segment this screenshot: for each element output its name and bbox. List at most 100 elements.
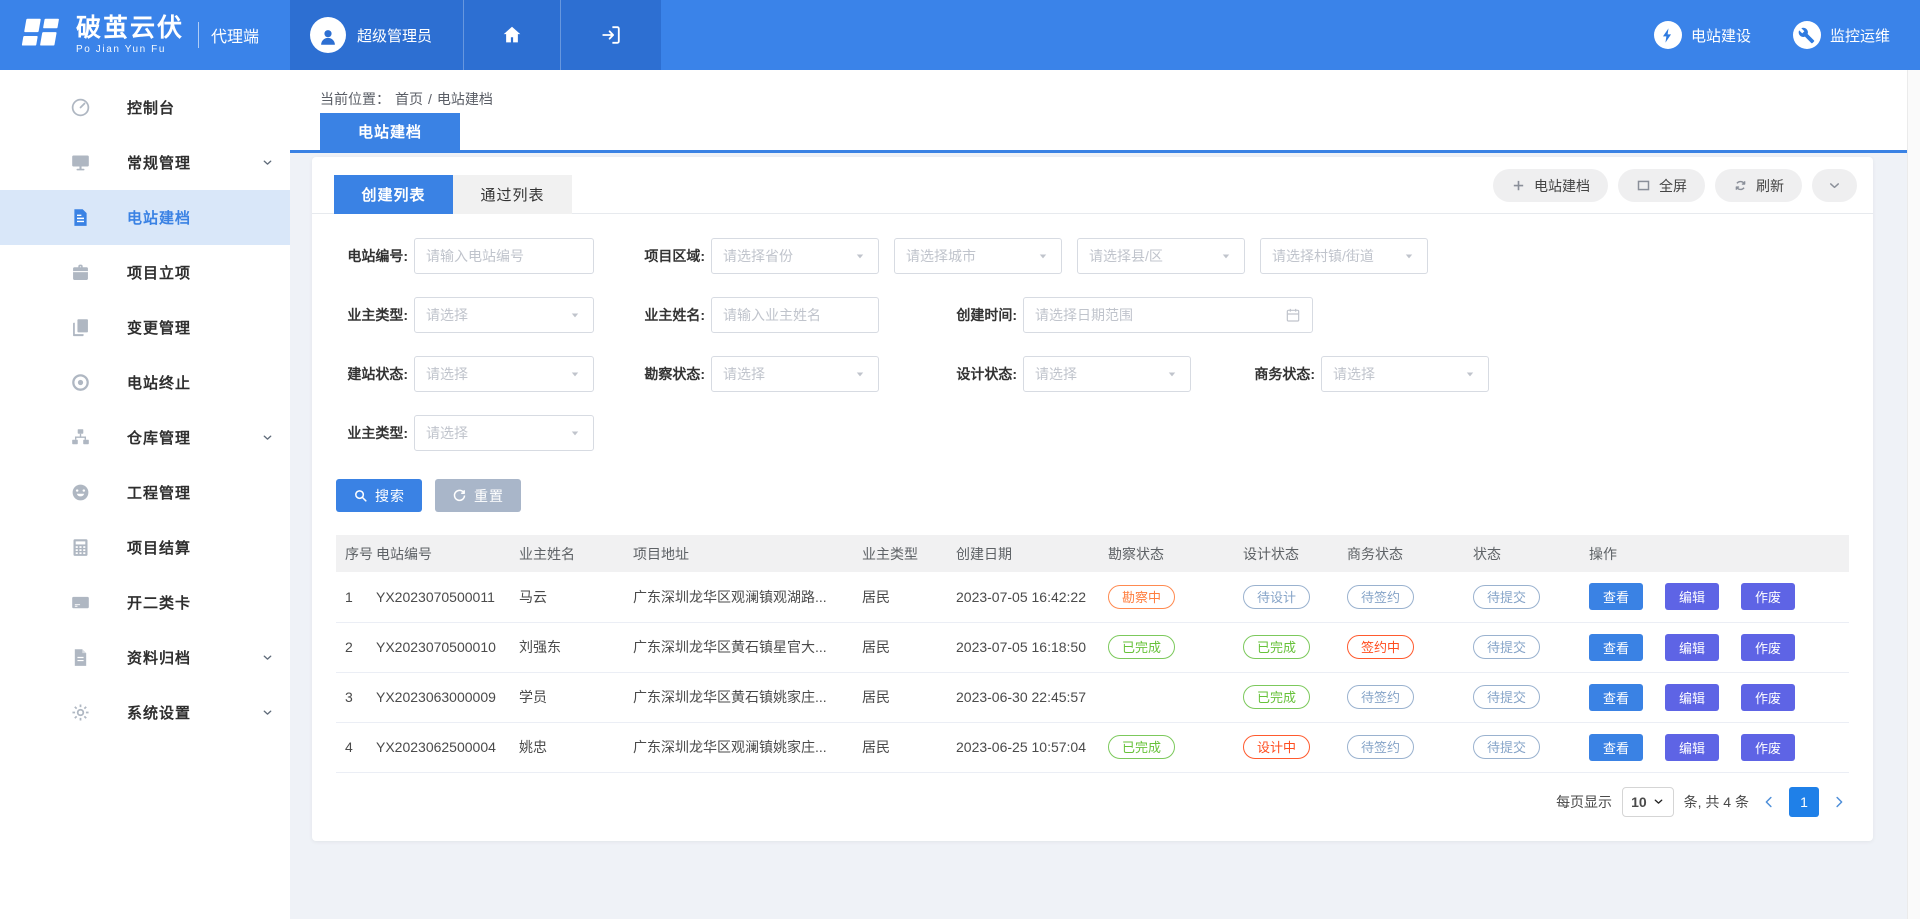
actions-cell: 查看编辑作废 (1589, 722, 1849, 772)
station-table: 序号电站编号业主姓名项目地址业主类型创建日期勘察状态设计状态商务状态状态操作 1… (336, 535, 1849, 773)
calculator-icon (70, 537, 91, 558)
filter-field-owner-type2: 业主类型: 请选择 (336, 415, 594, 451)
create-station-button[interactable]: 电站建档 (1493, 169, 1608, 202)
district-select[interactable]: 请选择县/区 (1077, 238, 1245, 274)
edit-button[interactable]: 编辑 (1665, 734, 1719, 761)
sidebar-item-system-settings[interactable]: 系统设置 (0, 685, 290, 740)
next-page-button[interactable] (1829, 792, 1849, 812)
city-select[interactable]: 请选择城市 (894, 238, 1062, 274)
toolbar-button-label: 全屏 (1659, 176, 1687, 196)
pagination: 每页显示 10 条, 共 4 条 1 (336, 787, 1849, 839)
business-status-badge: 待签约 (1347, 685, 1414, 709)
search-button[interactable]: 搜索 (336, 479, 422, 512)
scrollbar[interactable] (1907, 70, 1920, 919)
void-button[interactable]: 作废 (1741, 684, 1795, 711)
more-button[interactable] (1812, 169, 1857, 202)
station-construction-link[interactable]: 电站建设 (1654, 21, 1751, 49)
view-button[interactable]: 查看 (1589, 583, 1643, 610)
monitoring-ops-link[interactable]: 监控运维 (1793, 21, 1890, 49)
filter-field-created-time: 创建时间:请选择日期范围 (945, 297, 1313, 333)
view-button[interactable]: 查看 (1589, 734, 1643, 761)
edit-button[interactable]: 编辑 (1665, 583, 1719, 610)
logout-button[interactable] (560, 0, 661, 70)
void-button[interactable]: 作废 (1741, 583, 1795, 610)
edit-button[interactable]: 编辑 (1665, 684, 1719, 711)
cell-created-date: 2023-07-05 16:42:22 (956, 572, 1108, 622)
select-placeholder: 请选择 (426, 305, 468, 325)
void-button[interactable]: 作废 (1741, 734, 1795, 761)
created-time-date-input[interactable]: 请选择日期范围 (1023, 297, 1313, 333)
sidebar-item-data-archive[interactable]: 资料归档 (0, 630, 290, 685)
survey-status-badge: 已完成 (1108, 635, 1175, 659)
business-status-select[interactable]: 请选择 (1321, 356, 1489, 392)
copy-icon (70, 317, 91, 338)
owner-type-select[interactable]: 请选择 (414, 297, 594, 333)
filter-label: 业主类型: (336, 423, 408, 443)
submit-status-badge: 待提交 (1473, 585, 1540, 609)
portal-label: 代理端 (211, 23, 259, 47)
design-status-select[interactable]: 请选择 (1023, 356, 1191, 392)
survey-status-cell: 勘察中 (1108, 572, 1243, 622)
per-page-label: 每页显示 (1556, 792, 1612, 812)
cell-owner-name: 刘强东 (519, 622, 633, 672)
sidebar-item-change-mgmt[interactable]: 变更管理 (0, 300, 290, 355)
sidebar-item-project-settlement[interactable]: 项目结算 (0, 520, 290, 575)
select-placeholder: 请选择省份 (723, 246, 793, 266)
prev-page-button[interactable] (1759, 792, 1779, 812)
sidebar-item-label: 电站建档 (127, 207, 191, 228)
survey-status-select[interactable]: 请选择 (711, 356, 879, 392)
owner-name-input[interactable] (711, 297, 879, 333)
page-tab[interactable]: 电站建档 (320, 113, 460, 150)
dashboard-icon (70, 97, 91, 118)
breadcrumb-home[interactable]: 首页 (395, 91, 423, 107)
cell-owner-type: 居民 (862, 672, 956, 722)
user-menu[interactable]: 超级管理员 (290, 0, 463, 70)
sidebar-item-warehouse-mgmt[interactable]: 仓库管理 (0, 410, 290, 465)
table-row: 2YX2023070500010刘强东广东深圳龙华区黄石镇星官大...居民202… (336, 622, 1849, 672)
build-status-select[interactable]: 请选择 (414, 356, 594, 392)
tab-create-list[interactable]: 创建列表 (334, 175, 453, 214)
station-no-input[interactable] (414, 238, 594, 274)
view-button[interactable]: 查看 (1589, 634, 1643, 661)
fullscreen-button[interactable]: 全屏 (1618, 169, 1705, 202)
cell-seq: 1 (336, 572, 376, 622)
sidebar-item-label: 开二类卡 (127, 592, 191, 613)
current-page-button[interactable]: 1 (1789, 787, 1819, 817)
filter-field-survey-status: 勘察状态:请选择 (633, 356, 879, 392)
sidebar-item-console[interactable]: 控制台 (0, 80, 290, 135)
reset-button[interactable]: 重置 (435, 479, 521, 512)
tab-passed-list[interactable]: 通过列表 (453, 175, 572, 214)
cell-owner-name: 学员 (519, 672, 633, 722)
toolbar-button-label: 电站建档 (1534, 176, 1590, 196)
sidebar-item-project-initiation[interactable]: 项目立项 (0, 245, 290, 300)
street-select[interactable]: 请选择村镇/街道 (1260, 238, 1428, 274)
chevron-down-icon (261, 431, 274, 444)
void-button[interactable]: 作废 (1741, 634, 1795, 661)
column-header: 业主类型 (862, 535, 956, 572)
sidebar-item-general-mgmt[interactable]: 常规管理 (0, 135, 290, 190)
per-page-select[interactable]: 10 (1622, 787, 1674, 817)
view-button[interactable]: 查看 (1589, 684, 1643, 711)
owner-type2-select[interactable]: 请选择 (414, 415, 594, 451)
caret-down-icon (853, 249, 867, 263)
province-select[interactable]: 请选择省份 (711, 238, 879, 274)
sidebar-item-engineering-mgmt[interactable]: 工程管理 (0, 465, 290, 520)
home-button[interactable] (463, 0, 560, 70)
sidebar-item-station-archive[interactable]: 电站建档 (0, 190, 290, 245)
cell-owner-name: 姚忠 (519, 722, 633, 772)
cell-created-date: 2023-06-30 22:45:57 (956, 672, 1108, 722)
refresh-button[interactable]: 刷新 (1715, 169, 1802, 202)
sidebar-item-second-class-card[interactable]: 开二类卡 (0, 575, 290, 630)
survey-status-cell: 已完成 (1108, 722, 1243, 772)
business-status-cell: 待签约 (1347, 722, 1473, 772)
home-icon (501, 24, 523, 46)
edit-button[interactable]: 编辑 (1665, 634, 1719, 661)
caret-down-icon (1219, 249, 1233, 263)
filter-field-business-status: 商务状态:请选择 (1243, 356, 1489, 392)
chevron-down-icon (261, 651, 274, 664)
select-placeholder: 请选择城市 (906, 246, 976, 266)
table-body: 1YX2023070500011马云广东深圳龙华区观澜镇观湖路...居民2023… (336, 572, 1849, 772)
breadcrumb-label: 当前位置： (320, 91, 390, 107)
sidebar-item-station-termination[interactable]: 电站终止 (0, 355, 290, 410)
chevron-down-icon (1827, 178, 1842, 193)
